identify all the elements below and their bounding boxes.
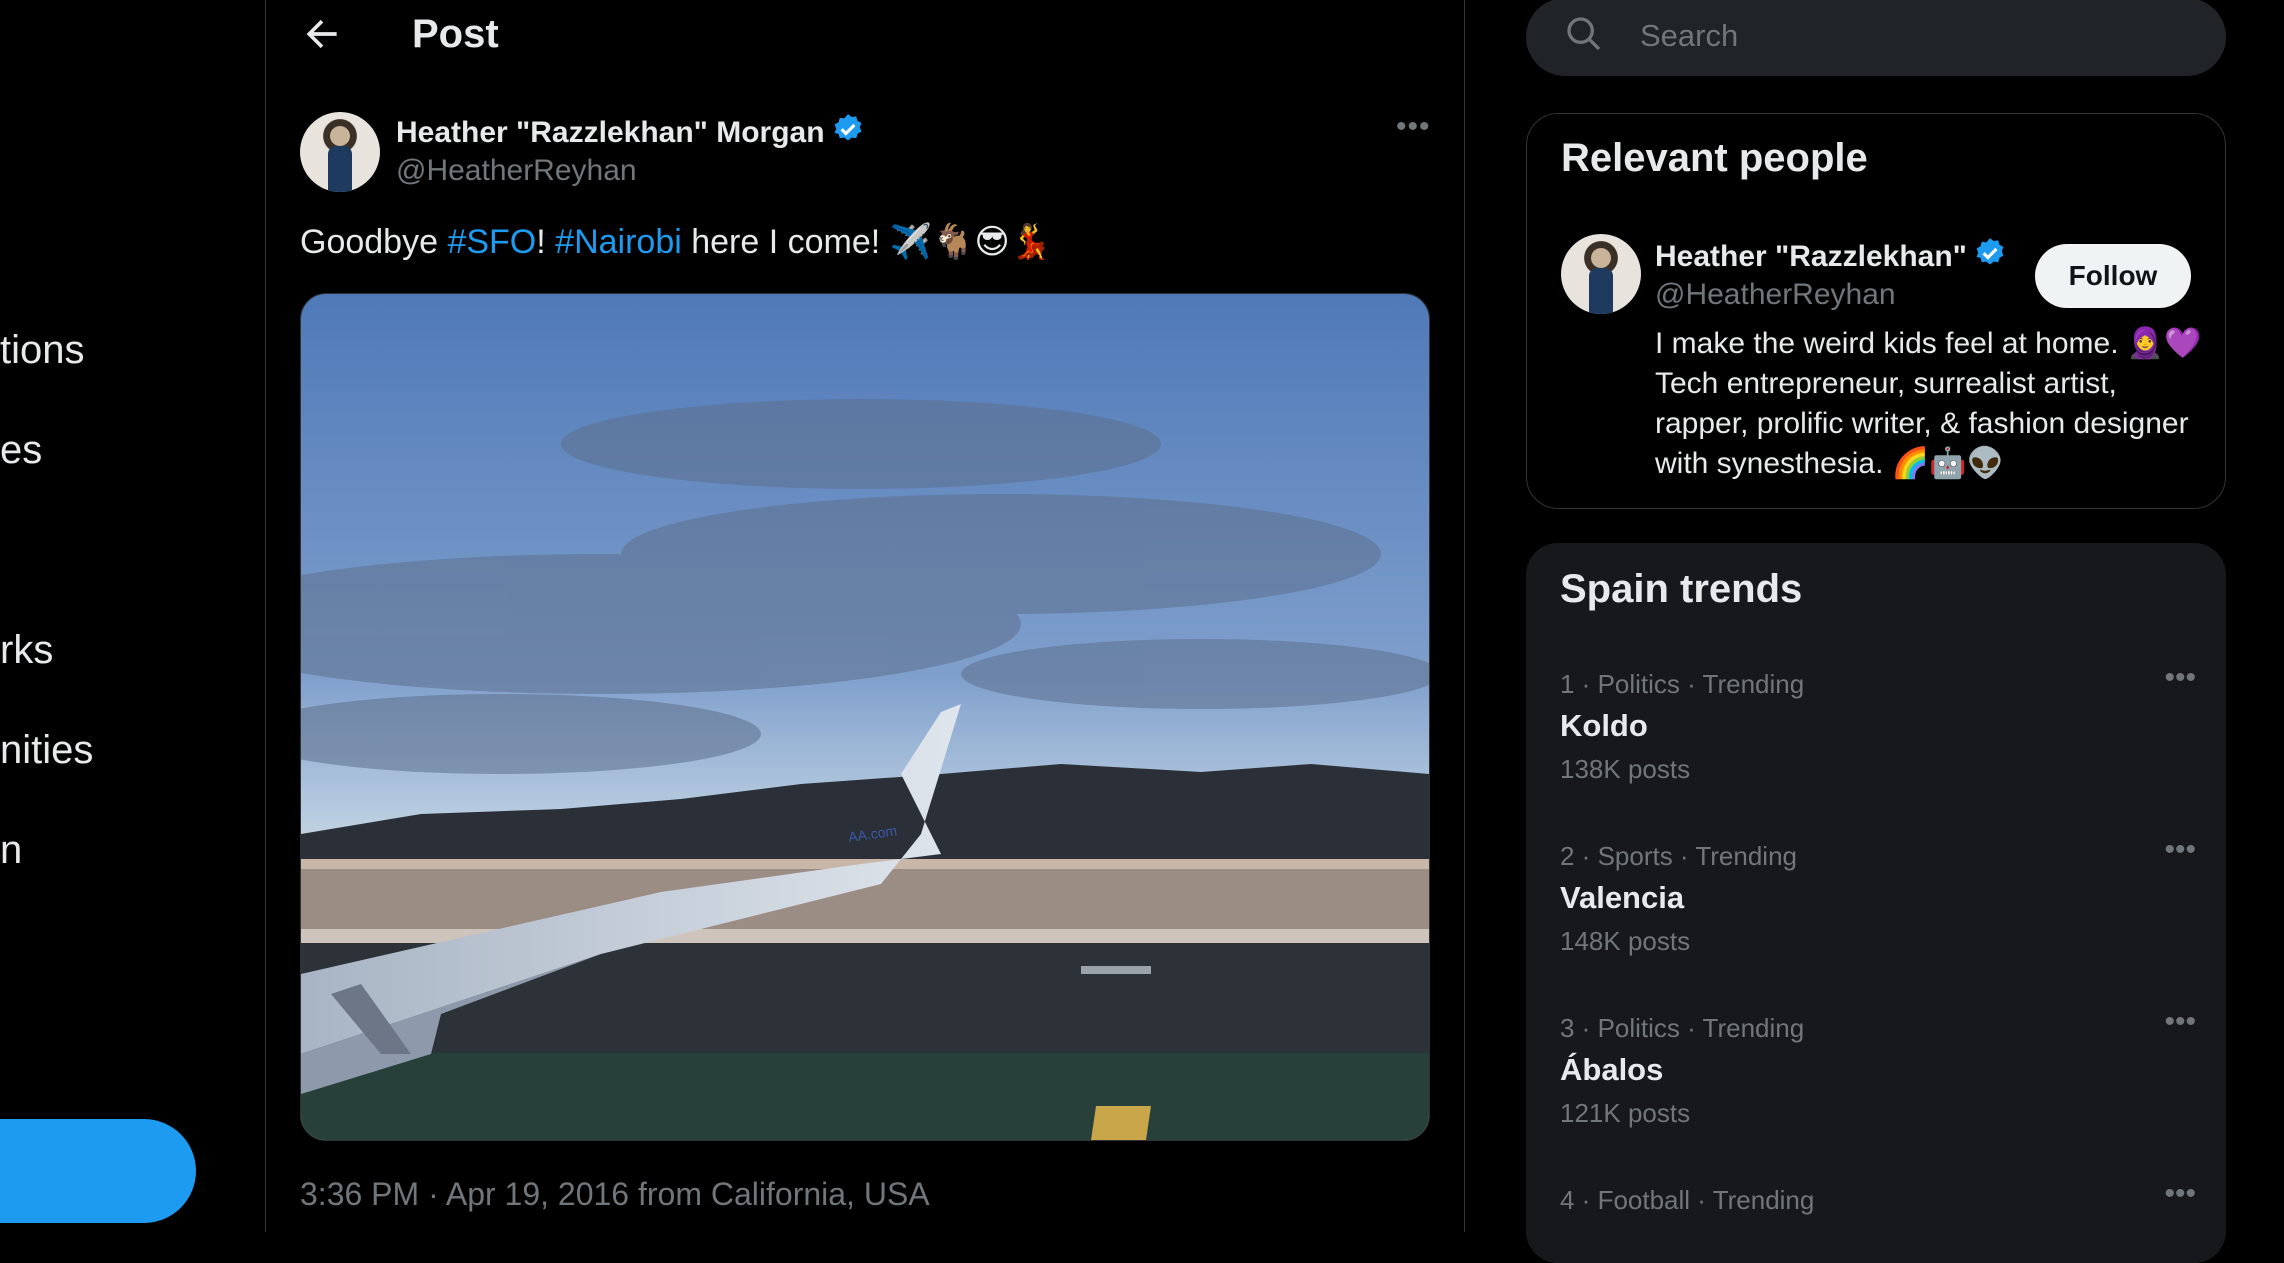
relevant-people-title: Relevant people <box>1561 136 1868 180</box>
trend-name: Koldo <box>1560 708 1648 743</box>
more-options-icon[interactable]: ••• <box>2164 661 2196 695</box>
nav-item-label: es <box>0 428 43 472</box>
nav-item-label: tions <box>0 328 85 372</box>
trend-count: 148K posts <box>1560 926 1691 956</box>
trend-name: Ábalos <box>1560 1052 1664 1087</box>
page-title: Post <box>412 12 499 56</box>
trends-title: Spain trends <box>1560 567 1803 611</box>
search-box[interactable] <box>1526 0 2226 76</box>
nav-item-label: n <box>0 828 23 872</box>
follow-button[interactable]: Follow <box>2035 244 2191 308</box>
post-image[interactable]: AA.com <box>300 293 1430 1141</box>
relevant-person-bio: I make the weird kids feel at home. 🧕💜 T… <box>1655 327 2202 480</box>
trend-item[interactable]: 2 · Sports · Trending Valencia 148K post… <box>1560 833 2196 957</box>
trend-item[interactable]: 4 · Football · Trending ••• <box>1560 1177 2196 1216</box>
nav-item-notifications[interactable]: tions <box>0 328 85 373</box>
nav-item-label: rks <box>0 628 54 672</box>
post-text-part: here I come! ✈️🐐😎💃 <box>681 223 1053 261</box>
nav-item-bookmarks[interactable]: rks <box>0 628 53 673</box>
relevant-people-panel: Relevant people Heather "Razzlekhan" @He… <box>1526 113 2226 509</box>
hashtag-link[interactable]: #Nairobi <box>555 223 682 261</box>
left-nav: tions es rks nities n <box>0 0 265 1232</box>
trend-meta: 1 · Politics · Trending <box>1560 669 1805 699</box>
trend-item[interactable]: 1 · Politics · Trending Koldo 138K posts… <box>1560 661 2196 785</box>
relevant-person-name-text[interactable]: Heather "Razzlekhan" <box>1655 240 1967 273</box>
verified-badge-icon <box>834 114 862 141</box>
trend-meta: 2 · Sports · Trending <box>1560 841 1797 871</box>
post-text-part: ! <box>536 223 556 261</box>
search-input[interactable] <box>1638 12 2202 60</box>
trends-panel: Spain trends 1 · Politics · Trending Kol… <box>1526 543 2226 1263</box>
trend-count: 121K posts <box>1560 1098 1691 1128</box>
hashtag-link[interactable]: #SFO <box>447 223 536 261</box>
author-handle[interactable]: @HeatherReyhan <box>396 154 637 188</box>
main-column: Post Heather "Razzlekhan" Morgan @Heathe… <box>265 0 1465 1232</box>
airplane-wing-photo: AA.com <box>301 294 1429 1140</box>
post-header: Post <box>266 0 1464 72</box>
author-avatar[interactable] <box>300 112 380 192</box>
nav-item-communities[interactable]: nities <box>0 728 93 773</box>
post-text-part: Goodbye <box>300 223 448 261</box>
nav-item-messages[interactable]: es <box>0 428 42 473</box>
more-options-icon[interactable]: ••• <box>1396 110 1431 144</box>
post-timestamp[interactable]: 3:36 PM · Apr 19, 2016 from California, … <box>300 1176 930 1213</box>
author-display-name[interactable]: Heather "Razzlekhan" Morgan <box>396 112 865 150</box>
verified-badge-icon <box>1976 238 2004 265</box>
back-arrow-icon[interactable] <box>300 12 344 56</box>
more-options-icon[interactable]: ••• <box>2164 833 2196 867</box>
search-icon <box>1567 17 1601 51</box>
more-options-icon[interactable]: ••• <box>2164 1177 2196 1211</box>
trend-meta: 4 · Football · Trending <box>1560 1185 1815 1215</box>
nav-item-premium[interactable]: n <box>0 828 22 873</box>
post-text: Goodbye #SFO! #Nairobi here I come! ✈️🐐😎… <box>300 222 1052 262</box>
trend-count: 138K posts <box>1560 754 1691 784</box>
author-name-text[interactable]: Heather "Razzlekhan" Morgan <box>396 116 825 149</box>
relevant-person-name[interactable]: Heather "Razzlekhan" <box>1655 236 2007 274</box>
relevant-person-handle[interactable]: @HeatherReyhan <box>1655 278 1896 312</box>
relevant-person-avatar[interactable] <box>1561 234 1641 314</box>
trend-item[interactable]: 3 · Politics · Trending Ábalos 121K post… <box>1560 1005 2196 1129</box>
post-button[interactable] <box>0 1119 196 1223</box>
trend-name: Valencia <box>1560 880 1685 915</box>
more-options-icon[interactable]: ••• <box>2164 1005 2196 1039</box>
trend-meta: 3 · Politics · Trending <box>1560 1013 1805 1043</box>
nav-item-label: nities <box>0 728 94 772</box>
